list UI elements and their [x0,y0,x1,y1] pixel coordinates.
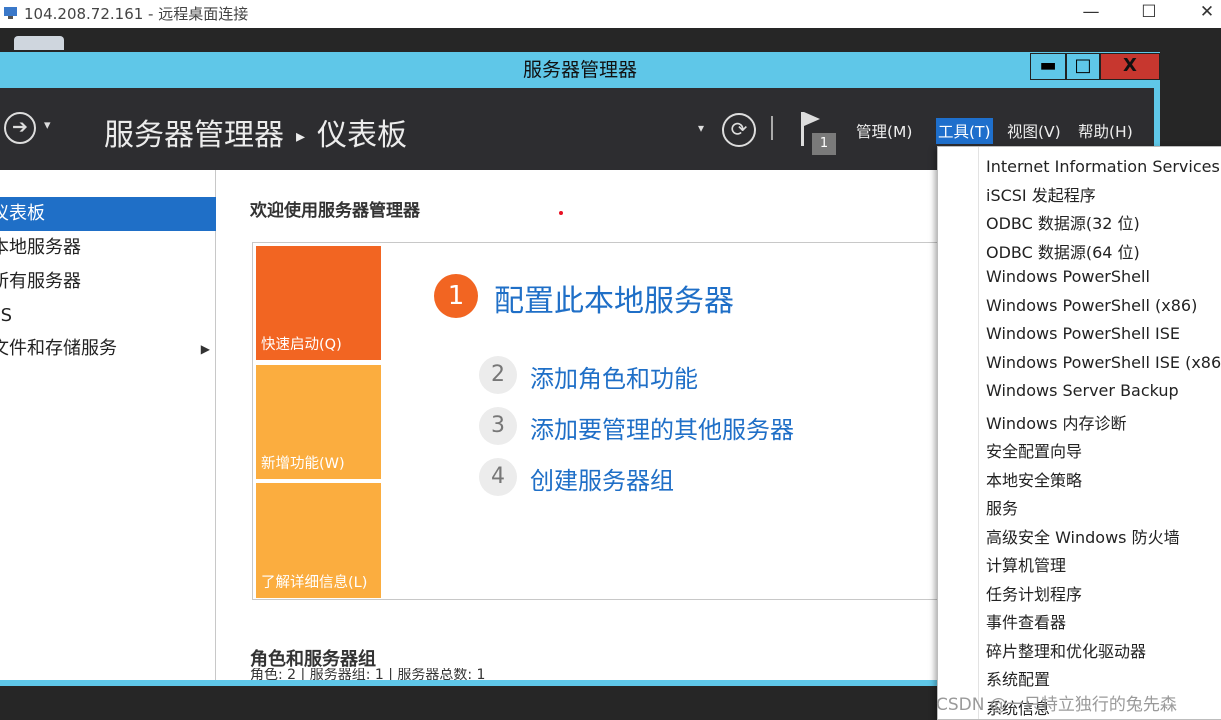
breadcrumb-page: 仪表板 [317,118,408,153]
window-minimize-button[interactable]: ▬ [1030,53,1066,80]
history-dropdown-icon[interactable]: ▾ [44,118,51,133]
tile-learn-more[interactable]: 了解详细信息(L) [256,483,381,598]
tools-menu-item[interactable]: 碎片整理和优化驱动器 [986,638,1146,662]
sidebar: 仪表板 本地服务器 所有服务器 IIS 文件和存储服务 ▶ [0,170,216,680]
tools-menu-item[interactable]: 计算机管理 [986,552,1066,576]
header-divider [771,116,773,140]
tools-menu-item[interactable]: Windows PowerShell ISE [986,324,1180,343]
sidebar-item-all-servers[interactable]: 所有服务器 [0,265,216,299]
step-add-servers[interactable]: 添加要管理的其他服务器 [530,410,794,445]
menu-view[interactable]: 视图(V) [1005,118,1063,144]
sidebar-item-label: 所有服务器 [0,271,81,292]
step-number: 4 [479,458,517,496]
sidebar-item-dashboard[interactable]: 仪表板 [0,197,216,231]
tools-menu-item[interactable]: Windows PowerShell [986,267,1150,286]
step-create-server-group[interactable]: 创建服务器组 [530,461,674,496]
tile-quick-start[interactable]: 快速启动(Q) [256,246,381,360]
tools-menu-item[interactable]: 高级安全 Windows 防火墙 [986,524,1180,548]
header-dropdown-icon[interactable]: ▾ [698,121,704,135]
sidebar-item-label: 仪表板 [0,203,45,224]
step-number: 2 [479,356,517,394]
recycle-bin-icon[interactable] [14,36,64,50]
roles-counts: 角色: 2 | 服务器组: 1 | 服务器总数: 1 [250,668,486,680]
sidebar-item-iis[interactable]: IIS [0,299,216,333]
menu-gutter [978,147,979,719]
menu-help[interactable]: 帮助(H) [1076,118,1135,144]
remote-desktop-icon [4,7,17,19]
watermark: CSDN @一只特立独行的兔先森 [936,695,1177,715]
tools-menu-item[interactable]: Windows 内存诊断 [986,410,1127,434]
tools-menu-item[interactable]: ODBC 数据源(32 位) [986,210,1140,234]
refresh-icon[interactable]: ⟳ [722,113,756,147]
menu-tools[interactable]: 工具(T) [936,118,993,144]
rdp-close-button[interactable]: ✕ [1184,0,1221,28]
tools-menu-item[interactable]: Internet Information Services (IIS)管理器 [986,153,1221,177]
tools-menu-item[interactable]: ODBC 数据源(64 位) [986,239,1140,263]
tools-menu-item[interactable]: 任务计划程序 [986,581,1082,605]
expand-arrow-icon[interactable]: ▶ [201,332,210,366]
window-title: 服务器管理器 [0,52,1160,88]
menu-manage[interactable]: 管理(M) [854,118,914,144]
tile-label: 了解详细信息(L) [261,575,368,591]
rdp-minimize-button[interactable]: — [1068,0,1114,28]
sidebar-item-local-server[interactable]: 本地服务器 [0,231,216,265]
sidebar-item-label: IIS [0,305,13,326]
breadcrumb-app[interactable]: 服务器管理器 [104,118,284,153]
tools-menu-item[interactable]: Windows Server Backup [986,381,1179,400]
tile-label: 快速启动(Q) [261,337,342,353]
breadcrumb: 服务器管理器 ▸ 仪表板 [104,110,407,154]
cursor-dot [559,211,563,215]
notifications-flag-icon[interactable] [801,112,804,146]
step-number: 1 [434,274,478,318]
rdp-title: 104.208.72.161 - 远程桌面连接 [24,5,249,23]
notification-count-badge: 1 [812,133,836,155]
welcome-heading: 欢迎使用服务器管理器 [250,201,420,221]
sidebar-item-label: 本地服务器 [0,237,81,258]
window-close-button[interactable]: X [1100,53,1160,80]
sidebar-item-file-storage[interactable]: 文件和存储服务 ▶ [0,332,216,366]
window-maximize-button[interactable]: □ [1066,53,1100,80]
tile-whats-new[interactable]: 新增功能(W) [256,365,381,479]
back-arrow-icon[interactable]: ➔ [4,112,36,144]
tools-menu-item[interactable]: Windows PowerShell (x86) [986,296,1197,315]
sidebar-item-label: 文件和存储服务 [0,338,117,359]
tools-dropdown-menu: Internet Information Services (IIS)管理器 iS… [937,146,1221,720]
tools-menu-item[interactable]: 服务 [986,495,1018,519]
tools-menu-item[interactable]: 本地安全策略 [986,467,1082,491]
tools-menu-item[interactable]: iSCSI 发起程序 [986,182,1096,206]
tile-label: 新增功能(W) [261,456,345,472]
step-add-roles[interactable]: 添加角色和功能 [530,359,698,394]
tools-menu-item[interactable]: 系统配置 [986,666,1050,690]
tools-menu-item[interactable]: 事件查看器 [986,609,1066,633]
rdp-maximize-button[interactable]: ☐ [1126,0,1172,28]
tools-menu-item[interactable]: 安全配置向导 [986,438,1082,462]
rdp-titlebar: 104.208.72.161 - 远程桌面连接 — ☐ ✕ [0,0,1221,28]
step-number: 3 [479,407,517,445]
step-configure-local-server[interactable]: 配置此本地服务器 [494,276,734,320]
breadcrumb-separator-icon: ▸ [296,126,306,147]
tools-menu-item[interactable]: Windows PowerShell ISE (x86) [986,353,1221,372]
